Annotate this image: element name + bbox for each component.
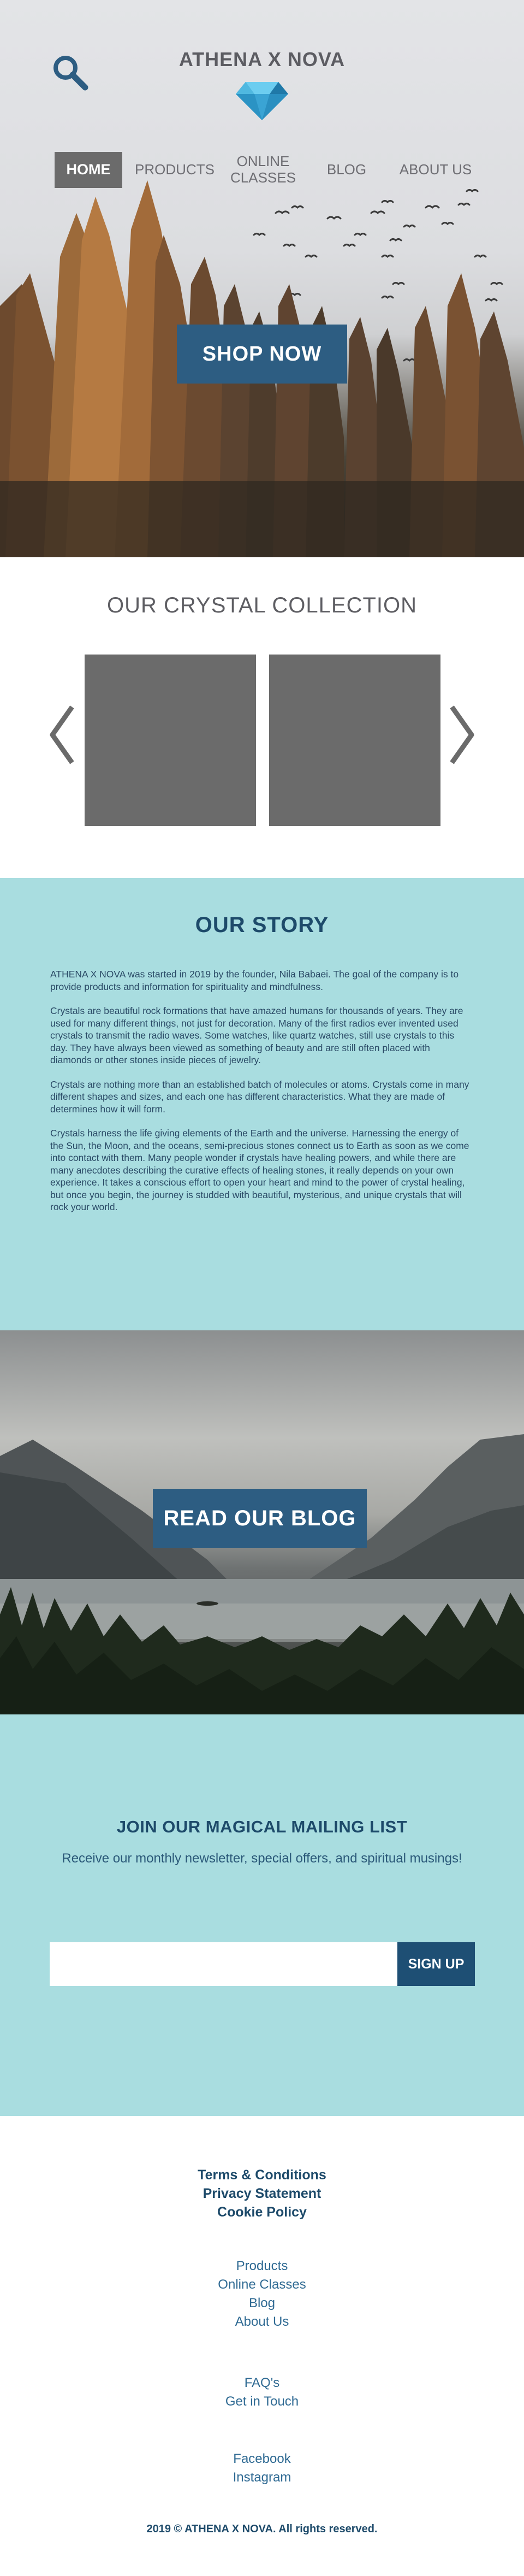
footer-link-products[interactable]: Products [0, 2259, 524, 2274]
shop-now-button[interactable]: SHOP NOW [177, 325, 347, 384]
story-body: ATHENA X NOVA was started in 2019 by the… [50, 968, 474, 1225]
story-paragraph: ATHENA X NOVA was started in 2019 by the… [50, 969, 459, 992]
nav-item-about-us[interactable]: ABOUT US [393, 152, 478, 188]
brand-name[interactable]: ATHENA X NOVA [0, 48, 524, 71]
nav-item-home[interactable]: HOME [55, 152, 122, 188]
story-paragraph: Crystals harness the life giving element… [50, 1128, 469, 1212]
hero-section: ATHENA X NOVA HOME PRODUCTS ONLINE CLASS… [0, 0, 524, 557]
chevron-left-icon[interactable] [48, 705, 75, 765]
footer-link-privacy[interactable]: Privacy Statement [0, 2186, 524, 2202]
nav-item-products[interactable]: PRODUCTS [134, 152, 216, 188]
collection-title: OUR CRYSTAL COLLECTION [106, 593, 418, 617]
footer-link-online-classes[interactable]: Online Classes [0, 2277, 524, 2292]
email-field[interactable] [50, 1942, 397, 1986]
mailing-subtitle: Receive our monthly newsletter, special … [62, 1851, 462, 1866]
footer-link-cookies[interactable]: Cookie Policy [0, 2204, 524, 2220]
footer-link-get-in-touch[interactable]: Get in Touch [0, 2394, 524, 2409]
mailing-section: JOIN OUR MAGICAL MAILING LIST Receive ou… [0, 1714, 524, 2116]
diamond-icon[interactable] [235, 78, 289, 121]
story-paragraph: Crystals are nothing more than an establ… [50, 1078, 469, 1115]
footer-link-faq[interactable]: FAQ's [0, 2375, 524, 2391]
blog-section: READ OUR BLOG [0, 1330, 524, 1714]
story-title: OUR STORY [195, 913, 329, 937]
copyright-text: 2019 © ATHENA X NOVA. All rights reserve… [146, 2523, 378, 2535]
chevron-right-icon[interactable] [449, 705, 476, 765]
footer-link-instagram[interactable]: Instagram [0, 2470, 524, 2485]
nav-item-blog[interactable]: BLOG [315, 152, 378, 188]
crystal-card[interactable] [85, 655, 256, 826]
footer-link-terms[interactable]: Terms & Conditions [0, 2167, 524, 2183]
footer: Terms & Conditions Privacy Statement Coo… [0, 2116, 524, 2576]
nav-item-online-classes[interactable]: ONLINE CLASSES [226, 152, 300, 188]
read-blog-button[interactable]: READ OUR BLOG [153, 1489, 367, 1548]
footer-link-blog[interactable]: Blog [0, 2296, 524, 2311]
story-paragraph: Crystals are beautiful rock formations t… [50, 1005, 463, 1065]
sign-up-button[interactable]: SIGN UP [397, 1942, 475, 1986]
crystal-card[interactable] [269, 655, 440, 826]
footer-link-about-us[interactable]: About Us [0, 2314, 524, 2330]
main-nav: HOME PRODUCTS ONLINE CLASSES BLOG ABOUT … [0, 152, 524, 188]
mailing-title: JOIN OUR MAGICAL MAILING LIST [116, 1817, 408, 1836]
footer-link-facebook[interactable]: Facebook [0, 2451, 524, 2467]
story-section: OUR STORY ATHENA X NOVA was started in 2… [0, 878, 524, 1330]
